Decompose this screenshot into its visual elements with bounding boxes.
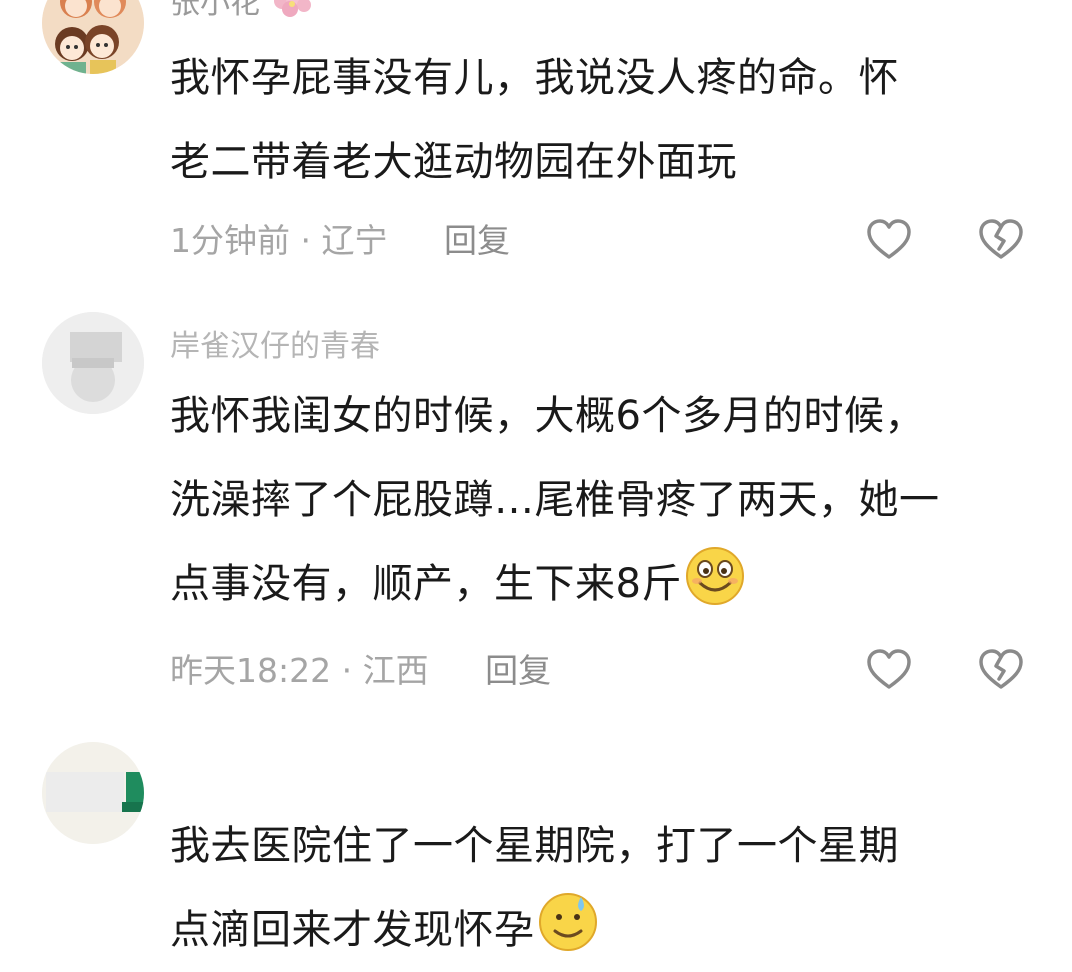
comment-content: 我怀我闺女的时候，大概6个多月的时候， 洗澡摔了个屁股蹲…尾椎骨疼了两天，她一 … [170,374,1050,626]
comment-content: 我去医院住了一个星期院，打了一个星期 点滴回来才发现怀孕 [170,804,1050,972]
comment-content: 我怀孕屁事没有儿，我说没人疼的命。怀 老二带着老大逛动物园在外面玩 [170,36,1050,204]
comment-username[interactable]: 岸雀汉仔的青春 [170,327,380,367]
username-text: 张小花 [170,0,260,21]
like-button[interactable] [865,646,913,694]
reply-button[interactable]: 回复 [485,651,551,690]
comment-line: 我怀我闺女的时候，大概6个多月的时候， [170,393,925,439]
avatar[interactable] [42,312,144,414]
like-button[interactable] [865,216,913,264]
broken-heart-icon [979,219,1023,259]
comment-line: 我去医院住了一个星期院，打了一个星期 [170,823,899,869]
comment-time: 昨天18:22 [170,651,332,690]
reply-button[interactable]: 回复 [444,221,510,260]
smiling-face-emoji-icon [685,547,744,605]
comment-line: 点滴回来才发现怀孕 [170,888,1050,972]
meta-separator: · [300,221,312,260]
avatar[interactable] [42,0,144,74]
comment-line-text: 点事没有，顺产，生下来8斤 [170,561,682,607]
comment-time: 1分钟前 [170,221,290,260]
user-avatar-icon [42,742,144,844]
comment-meta: 昨天18:22 · 江西 回复 [170,646,551,696]
broken-heart-icon [979,649,1023,689]
avatar[interactable] [42,742,144,844]
cartoon-family-avatar-icon [42,0,144,74]
comment-line: 我怀孕屁事没有儿，我说没人疼的命。怀 [170,55,899,101]
comment-username[interactable]: 张小花 [170,0,314,24]
comment-location: 江西 [362,651,429,690]
heart-icon [867,219,911,259]
comment-line: 老二带着老大逛动物园在外面玩 [170,139,737,185]
sweat-smile-emoji-icon [538,893,597,951]
comment-line: 洗澡摔了个屁股蹲…尾椎骨疼了两天，她一 [170,477,940,523]
dislike-button[interactable] [977,646,1025,694]
flower-emoji-icon [273,0,311,17]
username-text: 岸雀汉仔的青春 [170,329,380,364]
default-user-avatar-icon [42,312,144,414]
dislike-button[interactable] [977,216,1025,264]
comment-meta: 1分钟前 · 辽宁 回复 [170,216,510,266]
comment-line-text: 点滴回来才发现怀孕 [170,907,535,953]
meta-separator: · [341,651,353,690]
comment-line: 点事没有，顺产，生下来8斤 [170,542,1050,626]
comment-location: 辽宁 [321,221,388,260]
heart-icon [867,649,911,689]
